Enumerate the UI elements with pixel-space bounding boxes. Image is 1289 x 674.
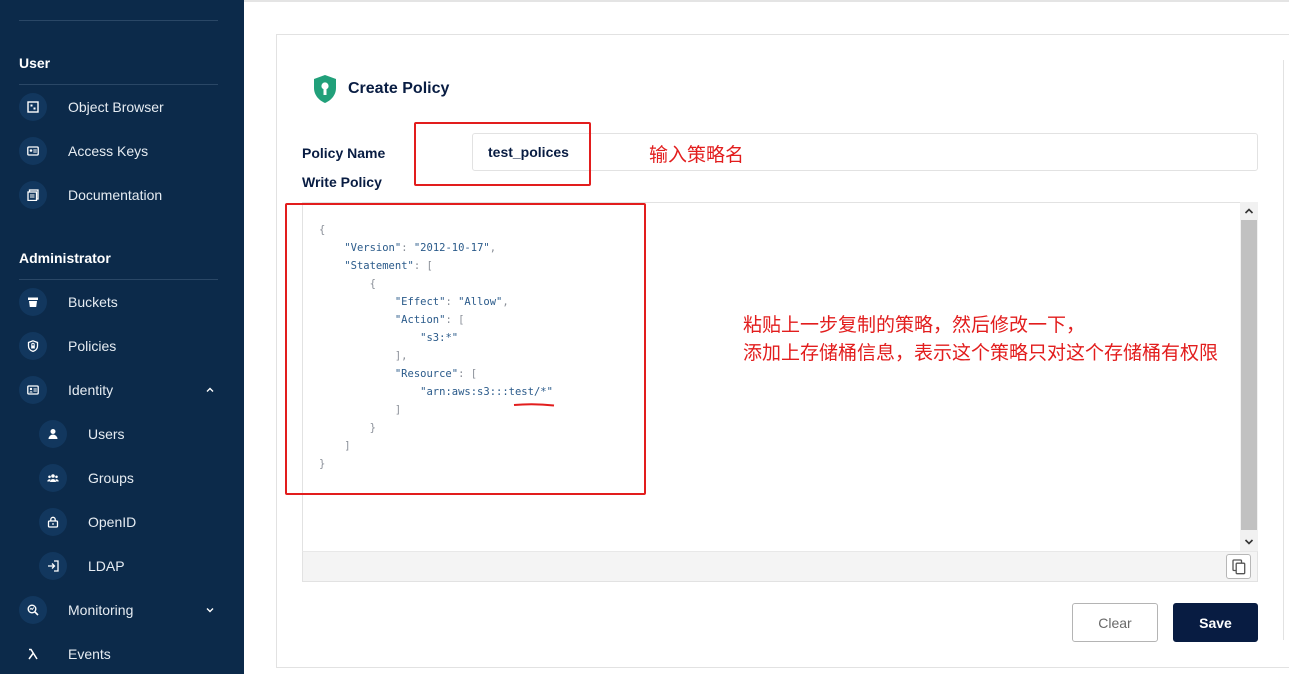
sidebar-divider: [19, 20, 218, 21]
object-browser-icon: [19, 93, 47, 121]
sidebar-item-access-keys[interactable]: Access Keys: [0, 129, 244, 173]
user-icon: [39, 420, 67, 448]
sidebar-item-monitoring[interactable]: Monitoring: [0, 588, 244, 632]
editor-footer: [302, 551, 1258, 582]
copy-button[interactable]: [1226, 554, 1251, 579]
sidebar-item-groups[interactable]: Groups: [0, 456, 244, 500]
policies-icon: [19, 332, 47, 360]
editor-scrollbar[interactable]: [1240, 202, 1258, 551]
ldap-icon: [39, 552, 67, 580]
sidebar-item-label: Access Keys: [68, 143, 149, 159]
top-border: [244, 0, 1289, 2]
sidebar-item-openid[interactable]: OpenID: [0, 500, 244, 544]
sidebar-item-ldap[interactable]: LDAP: [0, 544, 244, 588]
scroll-up-icon[interactable]: [1244, 206, 1254, 216]
right-panel-edge: [1283, 60, 1289, 640]
section-title-administrator: Administrator: [19, 250, 111, 266]
policy-name-label: Policy Name: [302, 145, 386, 161]
sidebar-item-policies[interactable]: Policies: [0, 324, 244, 368]
chevron-up-icon[interactable]: [201, 381, 219, 399]
documentation-icon: [19, 181, 47, 209]
access-keys-icon: [19, 137, 47, 165]
sidebar-item-label: Events: [68, 646, 111, 662]
sidebar-item-documentation[interactable]: Documentation: [0, 173, 244, 217]
sidebar-item-identity[interactable]: Identity: [0, 368, 244, 412]
openid-icon: [39, 508, 67, 536]
sidebar-item-events[interactable]: Events: [0, 632, 244, 674]
annotation-box-policy-name: [414, 122, 591, 186]
annotation-underline: [513, 403, 555, 407]
scrollbar-thumb[interactable]: [1241, 220, 1257, 530]
sidebar-item-label: Policies: [68, 338, 117, 354]
chevron-down-icon[interactable]: [201, 601, 219, 619]
sidebar: User Object Browser Access Keys Document…: [0, 0, 244, 674]
annotation-policy-hint-1: 粘贴上一步复制的策略，然后修改一下，: [743, 314, 1086, 336]
sidebar-item-label: LDAP: [88, 558, 125, 574]
sidebar-item-buckets[interactable]: Buckets: [0, 280, 244, 324]
sidebar-item-label: Object Browser: [68, 99, 164, 115]
lambda-icon: [19, 640, 47, 668]
save-button[interactable]: Save: [1173, 603, 1258, 642]
copy-icon: [1231, 558, 1245, 574]
identity-icon: [19, 376, 47, 404]
write-policy-label: Write Policy: [302, 174, 382, 190]
section-title-user: User: [19, 55, 51, 71]
sidebar-item-label: Monitoring: [68, 602, 134, 618]
annotation-policy-hint-2: 添加上存储桶信息，表示这个策略只对这个存储桶有权限: [743, 342, 1219, 364]
sidebar-item-users[interactable]: Users: [0, 412, 244, 456]
groups-icon: [39, 464, 67, 492]
monitoring-icon: [19, 596, 47, 624]
sidebar-item-label: Users: [88, 426, 125, 442]
clear-button[interactable]: Clear: [1072, 603, 1158, 642]
sidebar-item-label: Documentation: [68, 187, 163, 203]
sidebar-item-label: Identity: [68, 382, 114, 398]
sidebar-item-label: Groups: [88, 470, 134, 486]
sidebar-item-label: OpenID: [88, 514, 137, 530]
shield-icon: [314, 75, 336, 103]
annotation-name-hint: 输入策略名: [649, 144, 745, 166]
annotation-box-policy-code: [285, 203, 646, 495]
sidebar-item-object-browser[interactable]: Object Browser: [0, 85, 244, 129]
sidebar-item-label: Buckets: [68, 294, 118, 310]
buckets-icon: [19, 288, 47, 316]
page-title: Create Policy: [348, 80, 450, 97]
scroll-down-icon[interactable]: [1244, 537, 1254, 547]
